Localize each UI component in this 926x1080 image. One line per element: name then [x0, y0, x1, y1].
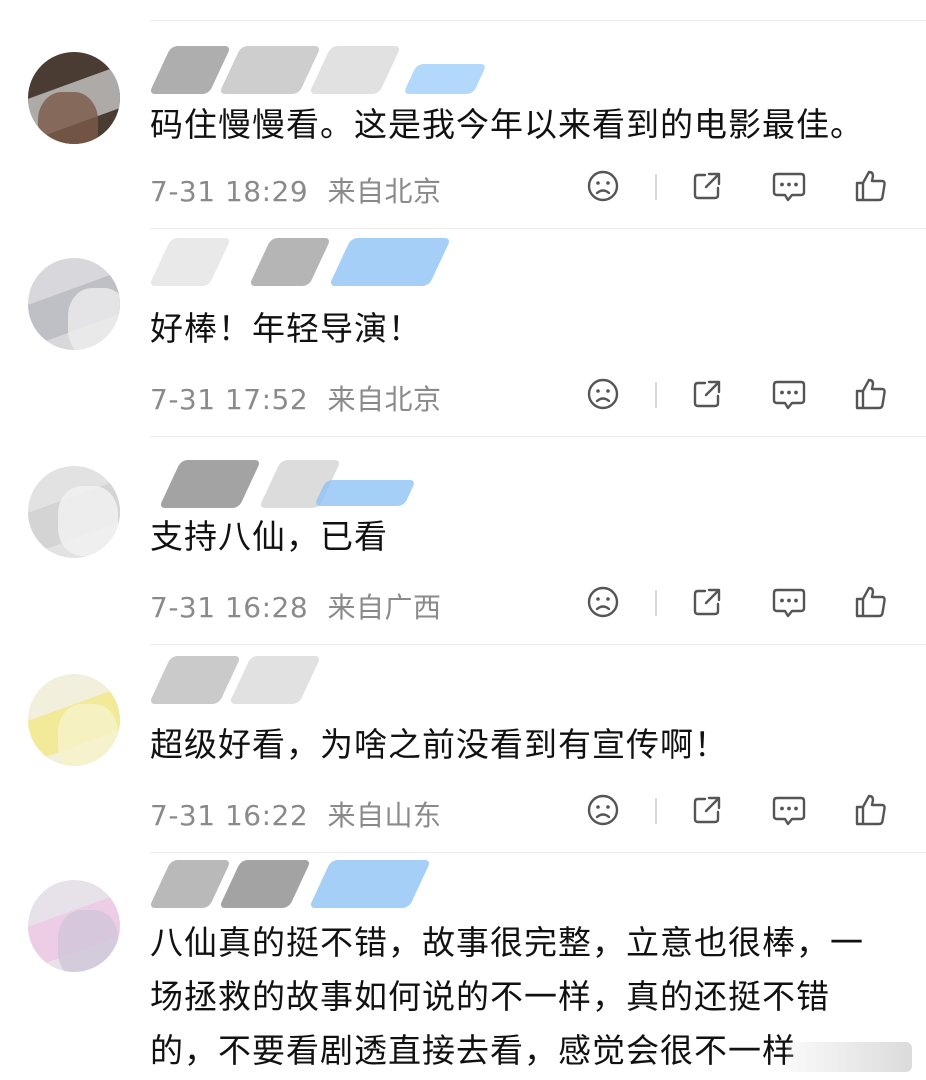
- username-blurred[interactable]: [148, 656, 450, 704]
- comment-bubble-icon[interactable]: [771, 376, 807, 412]
- avatar[interactable]: [28, 880, 120, 972]
- username-blurred[interactable]: [150, 460, 450, 508]
- username-blurred[interactable]: [148, 238, 452, 286]
- action-divider: [655, 382, 657, 408]
- comment-divider: [150, 436, 926, 437]
- comment-location: 来自山东: [327, 799, 442, 832]
- comment-actions: [585, 168, 895, 208]
- thumbs-up-icon[interactable]: [853, 168, 889, 204]
- avatar[interactable]: [28, 674, 120, 766]
- comment-meta: 7-31 17:52 来自北京: [150, 378, 442, 418]
- comment-location: 来自广西: [327, 591, 442, 624]
- comment-actions: [585, 584, 895, 624]
- avatar[interactable]: [28, 466, 120, 558]
- avatar[interactable]: [28, 52, 120, 144]
- comment-text: 八仙真的挺不错，故事很完整，立意也很棒，一场拯救的故事如何说的不一样，真的还挺不…: [150, 923, 864, 1070]
- comment-time: 7-31 16:22: [150, 799, 309, 832]
- comment-text: 码住慢慢看。这是我今年以来看到的电影最佳。: [150, 105, 864, 144]
- comment-divider: [150, 228, 926, 229]
- share-icon[interactable]: [689, 584, 725, 620]
- thumbs-up-icon[interactable]: [853, 584, 889, 620]
- comment-divider: [150, 644, 926, 645]
- comment-text: 支持八仙，已看: [150, 517, 388, 556]
- comment-text: 超级好看，为啥之前没看到有宣传啊！: [150, 725, 728, 764]
- comment-bubble-icon[interactable]: [771, 792, 807, 828]
- comment-meta: 7-31 18:29 来自北京: [150, 170, 442, 210]
- comment-actions: [585, 376, 895, 416]
- avatar[interactable]: [28, 258, 120, 350]
- thumbs-up-icon[interactable]: [853, 792, 889, 828]
- action-divider: [655, 590, 657, 616]
- comment-actions: [585, 792, 895, 832]
- username-blurred[interactable]: [148, 860, 450, 908]
- action-divider: [655, 174, 657, 200]
- comment-time: 7-31 18:29: [150, 175, 309, 208]
- comment-text: 好棒！年轻导演！: [150, 309, 422, 348]
- comment-meta: 7-31 16:22 来自山东: [150, 794, 442, 834]
- comment-location: 来自北京: [327, 175, 442, 208]
- action-divider: [655, 798, 657, 824]
- sad-face-icon[interactable]: [585, 792, 621, 828]
- thumbs-up-icon[interactable]: [853, 376, 889, 412]
- comment-bubble-icon[interactable]: [771, 584, 807, 620]
- share-icon[interactable]: [689, 376, 725, 412]
- comment-time: 7-31 16:28: [150, 591, 309, 624]
- sad-face-icon[interactable]: [585, 168, 621, 204]
- username-blurred[interactable]: [148, 46, 487, 94]
- comment-divider: [150, 852, 926, 853]
- comment-meta: 7-31 16:28 来自广西: [150, 586, 442, 626]
- watermark: [786, 1042, 912, 1072]
- share-icon[interactable]: [689, 168, 725, 204]
- comment-time: 7-31 17:52: [150, 383, 309, 416]
- comment-location: 来自北京: [327, 383, 442, 416]
- sad-face-icon[interactable]: [585, 584, 621, 620]
- share-icon[interactable]: [689, 792, 725, 828]
- sad-face-icon[interactable]: [585, 376, 621, 412]
- top-divider: [150, 20, 926, 21]
- comment-bubble-icon[interactable]: [771, 168, 807, 204]
